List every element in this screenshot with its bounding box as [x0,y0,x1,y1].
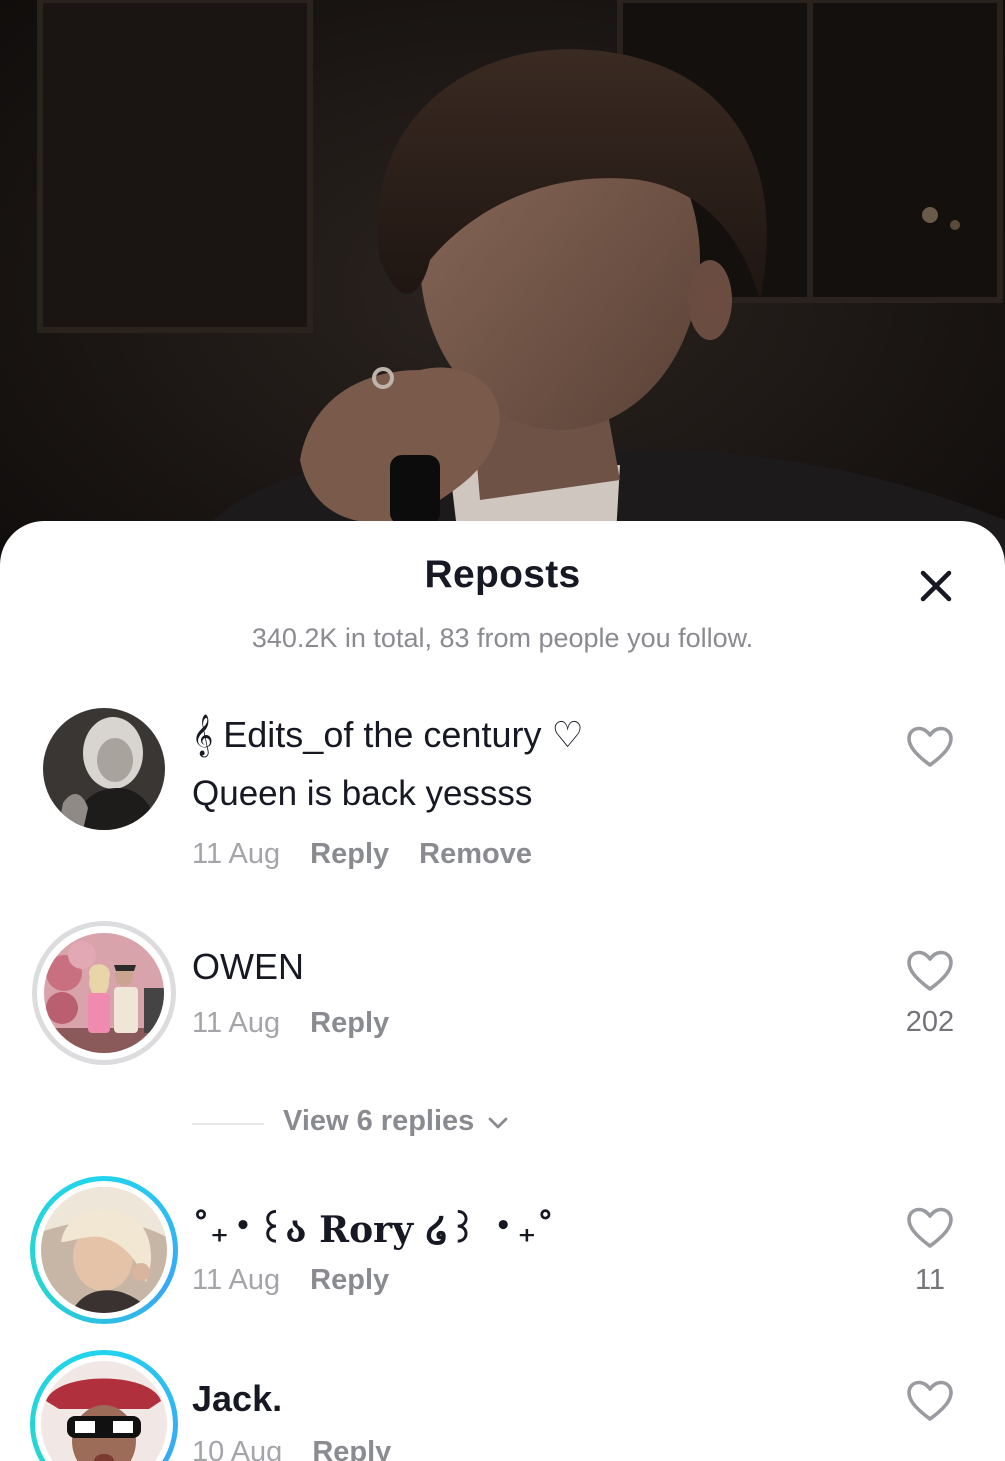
sheet-subtitle: 340.2K in total, 83 from people you foll… [251,623,754,653]
view-replies[interactable]: View 6 replies [192,1105,592,1139]
like-button[interactable] [905,725,955,769]
comment-username[interactable]: Jack. [192,1378,282,1420]
heart-outline-icon [907,1380,953,1421]
heart-outline-icon [907,950,953,991]
reposts-sheet: Reposts 340.2K in total, 83 from people … [0,521,1005,1461]
avatar [41,1187,167,1313]
comment-username[interactable]: 𝄞 Edits_of the century ♡ [192,714,584,757]
sheet-title: Reposts [424,553,581,596]
like-button[interactable] [905,949,955,993]
close-button[interactable] [919,569,953,603]
remove-button[interactable]: Remove [419,838,532,870]
like-button[interactable] [905,1206,955,1250]
avatar-image [43,708,165,830]
view-replies-button[interactable]: View 6 replies [283,1105,474,1138]
comment-meta: 10 Aug Reply [192,1436,391,1461]
story-ring[interactable] [30,1176,178,1324]
reply-button[interactable]: Reply [312,1436,391,1461]
avatar-image [41,1361,167,1461]
avatar-ring-inner [35,1355,173,1461]
comment-meta: 11 Aug Reply [192,1264,389,1297]
comment-meta: 11 Aug Reply [192,1007,389,1040]
avatar-image [41,1187,167,1313]
comment-date: 11 Aug [192,838,281,870]
avatar[interactable] [44,933,164,1053]
close-icon [920,570,952,602]
like-button[interactable] [905,1379,955,1423]
reply-button[interactable]: Reply [310,1264,389,1296]
avatar [41,1361,167,1461]
avatar[interactable] [43,708,165,830]
heart-outline-icon [907,1207,953,1248]
comment-date: 11 Aug [192,1007,281,1039]
comment-date: 11 Aug [192,1264,281,1296]
like-count: 11 [914,1264,946,1296]
comment-date: 10 Aug [192,1436,283,1461]
reply-button[interactable]: Reply [310,1007,389,1039]
app-screen: Reposts 340.2K in total, 83 from people … [0,0,1005,1461]
comment-username[interactable]: ˚₊‧꒰ა Rory ໒꒱ ‧₊˚ [192,1203,554,1251]
story-ring[interactable] [30,1350,178,1461]
comment-text: Queen is back yessss [192,774,533,813]
reply-button[interactable]: Reply [310,838,389,870]
avatar-ring-inner [35,1181,173,1319]
avatar-image [44,933,164,1053]
chevron-down-icon[interactable] [487,1115,509,1131]
comment-meta: 11 Aug Reply Remove [192,838,532,871]
replies-divider [192,1123,264,1125]
heart-outline-icon [907,726,953,767]
comment-username[interactable]: OWEN [192,946,304,988]
like-count: 202 [905,1006,955,1038]
